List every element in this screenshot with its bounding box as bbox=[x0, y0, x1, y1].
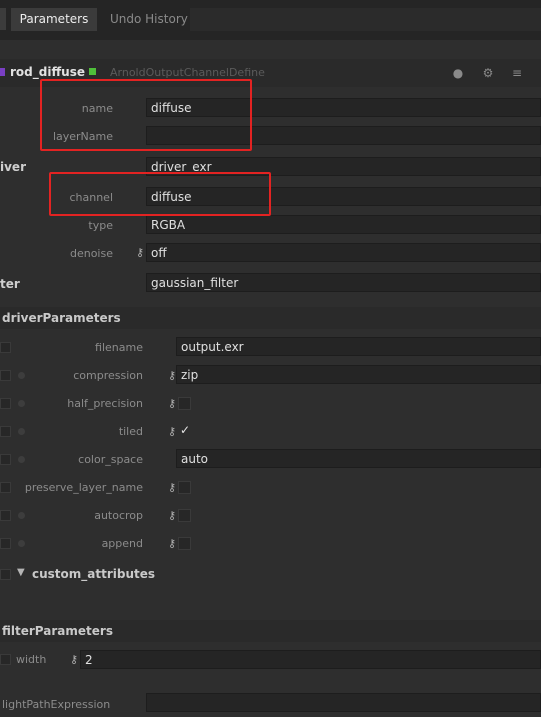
key-icon[interactable]: ⚷ bbox=[168, 425, 176, 438]
filename-field[interactable]: output.exr bbox=[176, 337, 541, 356]
tiled-dot-icon bbox=[18, 428, 25, 435]
lightpathexpression-field[interactable] bbox=[146, 693, 541, 712]
highlight-box-name bbox=[40, 79, 252, 151]
node-color-marker bbox=[0, 68, 5, 76]
compression-label: compression bbox=[73, 369, 143, 382]
key-icon[interactable]: ⚷ bbox=[168, 537, 176, 550]
autocrop-dot-icon bbox=[18, 512, 25, 519]
width-row-checkbox[interactable] bbox=[0, 654, 11, 665]
type-label: type bbox=[88, 219, 113, 232]
append-row-checkbox[interactable] bbox=[0, 538, 11, 549]
tab-parameters[interactable]: Parameters bbox=[11, 8, 97, 31]
filterparameters-title: filterParameters bbox=[2, 624, 113, 638]
append-dot-icon bbox=[18, 540, 25, 547]
node-state-marker bbox=[89, 68, 96, 75]
key-icon[interactable]: ⚷ bbox=[168, 509, 176, 522]
filter-label: ter bbox=[0, 277, 20, 291]
custom-attributes-title[interactable]: custom_attributes bbox=[32, 567, 155, 581]
triangle-down-icon[interactable]: ▼ bbox=[17, 567, 25, 578]
filename-checkbox[interactable] bbox=[0, 342, 11, 353]
autocrop-row-checkbox[interactable] bbox=[0, 510, 11, 521]
preserve-layer-name-checkbox[interactable] bbox=[178, 481, 191, 494]
key-icon[interactable]: ⚷ bbox=[168, 397, 176, 410]
custom-attributes-checkbox[interactable] bbox=[0, 569, 11, 580]
color-space-field[interactable]: auto bbox=[176, 449, 541, 468]
tab-stub[interactable] bbox=[0, 8, 6, 30]
autocrop-label: autocrop bbox=[94, 509, 143, 522]
tab-undo-history[interactable]: Undo History bbox=[110, 8, 188, 31]
filename-label: filename bbox=[95, 341, 143, 354]
color-space-checkbox[interactable] bbox=[0, 454, 11, 465]
half-precision-row-checkbox[interactable] bbox=[0, 398, 11, 409]
compression-dot-icon bbox=[18, 372, 25, 379]
type-field[interactable]: RGBA bbox=[146, 215, 541, 234]
color-space-dot-icon bbox=[18, 456, 25, 463]
width-label: width bbox=[16, 653, 47, 666]
node-info-icon[interactable]: ● bbox=[451, 66, 465, 80]
tiled-row-checkbox[interactable] bbox=[0, 426, 11, 437]
tiled-label: tiled bbox=[118, 425, 143, 438]
lightpathexpression-label: lightPathExpression bbox=[2, 698, 111, 711]
key-icon[interactable]: ⚷ bbox=[168, 481, 176, 494]
compression-dropdown[interactable]: zip bbox=[176, 365, 541, 384]
key-icon[interactable]: ⚷ bbox=[136, 246, 144, 259]
preserve-layer-name-label: preserve_layer_name bbox=[24, 481, 143, 494]
gear-icon[interactable]: ⚙ bbox=[481, 66, 495, 80]
layout-icon[interactable]: ≡ bbox=[510, 66, 524, 80]
key-icon[interactable]: ⚷ bbox=[70, 653, 78, 666]
half-precision-checkbox[interactable] bbox=[178, 397, 191, 410]
color-space-label: color_space bbox=[78, 453, 143, 466]
compression-checkbox[interactable] bbox=[0, 370, 11, 381]
node-name[interactable]: rod_diffuse bbox=[10, 65, 85, 79]
preserve-layer-name-row-checkbox[interactable] bbox=[0, 482, 11, 493]
driverparameters-title: driverParameters bbox=[2, 311, 121, 325]
tiled-checkbox[interactable]: ✓ bbox=[180, 423, 190, 437]
autocrop-checkbox[interactable] bbox=[178, 509, 191, 522]
filter-field[interactable]: gaussian_filter bbox=[146, 273, 541, 292]
append-label: append bbox=[101, 537, 143, 550]
tab-strip bbox=[190, 8, 541, 31]
key-icon[interactable]: ⚷ bbox=[168, 369, 176, 382]
driver-label: iver bbox=[0, 160, 26, 174]
half-precision-label: half_precision bbox=[67, 397, 143, 410]
denoise-dropdown[interactable]: off bbox=[146, 243, 541, 262]
node-class: ArnoldOutputChannelDefine bbox=[110, 66, 265, 79]
half-precision-dot-icon bbox=[18, 400, 25, 407]
denoise-label: denoise bbox=[69, 247, 113, 260]
highlight-box-channel bbox=[49, 172, 271, 216]
width-field[interactable]: 2 bbox=[80, 650, 541, 669]
append-checkbox[interactable] bbox=[178, 537, 191, 550]
